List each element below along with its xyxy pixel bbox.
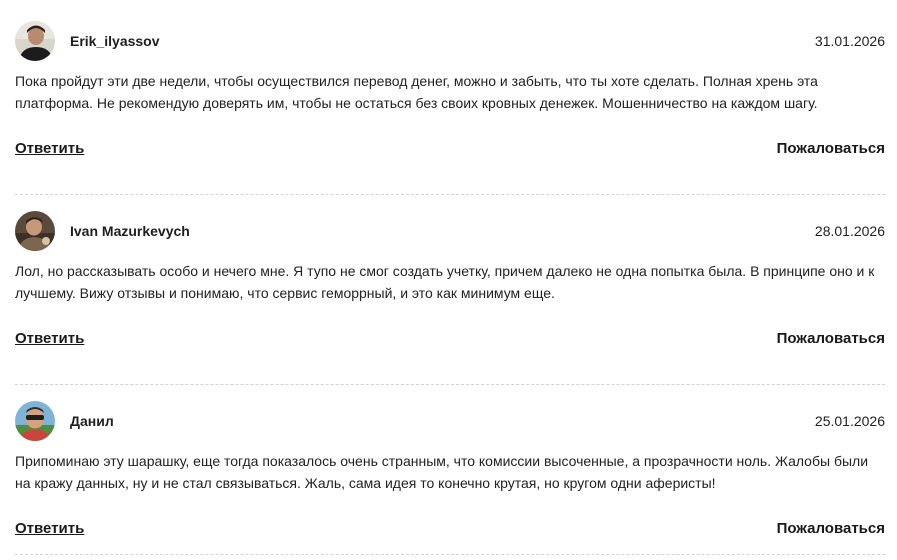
reply-link[interactable]: Ответить xyxy=(15,520,84,537)
avatar[interactable] xyxy=(15,21,55,61)
report-link[interactable]: Пожаловаться xyxy=(777,140,885,157)
comment-date: 31.01.2026 xyxy=(814,33,885,49)
comment-date: 25.01.2026 xyxy=(814,413,885,429)
comment-text: Припоминаю эту шарашку, еще тогда показа… xyxy=(15,453,869,491)
avatar[interactable] xyxy=(15,401,55,441)
avatar[interactable] xyxy=(15,211,55,251)
comment-header: Erik_ilyassov 31.01.2026 xyxy=(15,20,885,62)
author-name: Ivan Mazurkevych xyxy=(70,223,190,239)
comment-item: Erik_ilyassov 31.01.2026 Пока пройдут эт… xyxy=(15,20,885,195)
comment-item: Данил 25.01.2026 Припоминаю эту шарашку,… xyxy=(15,400,885,555)
reply-link[interactable]: Ответить xyxy=(15,140,84,157)
comment-date: 28.01.2026 xyxy=(814,223,885,239)
author-name: Erik_ilyassov xyxy=(70,33,160,49)
comment-header: Ivan Mazurkevych 28.01.2026 xyxy=(15,210,885,252)
comment-text: Лол, но рассказывать особо и нечего мне.… xyxy=(15,263,875,301)
comment-header: Данил 25.01.2026 xyxy=(15,400,885,442)
comment-actions: Ответить Пожаловаться xyxy=(15,140,885,157)
report-link[interactable]: Пожаловаться xyxy=(777,520,885,537)
comments-list: Erik_ilyassov 31.01.2026 Пока пройдут эт… xyxy=(0,0,897,560)
reply-link[interactable]: Ответить xyxy=(15,330,84,347)
comment-item: Ivan Mazurkevych 28.01.2026 Лол, но расс… xyxy=(15,210,885,385)
comment-actions: Ответить Пожаловаться xyxy=(15,520,885,537)
report-link[interactable]: Пожаловаться xyxy=(777,330,885,347)
author-name: Данил xyxy=(70,413,114,429)
comment-text: Пока пройдут эти две недели, чтобы осуще… xyxy=(15,73,818,111)
comment-actions: Ответить Пожаловаться xyxy=(15,330,885,347)
